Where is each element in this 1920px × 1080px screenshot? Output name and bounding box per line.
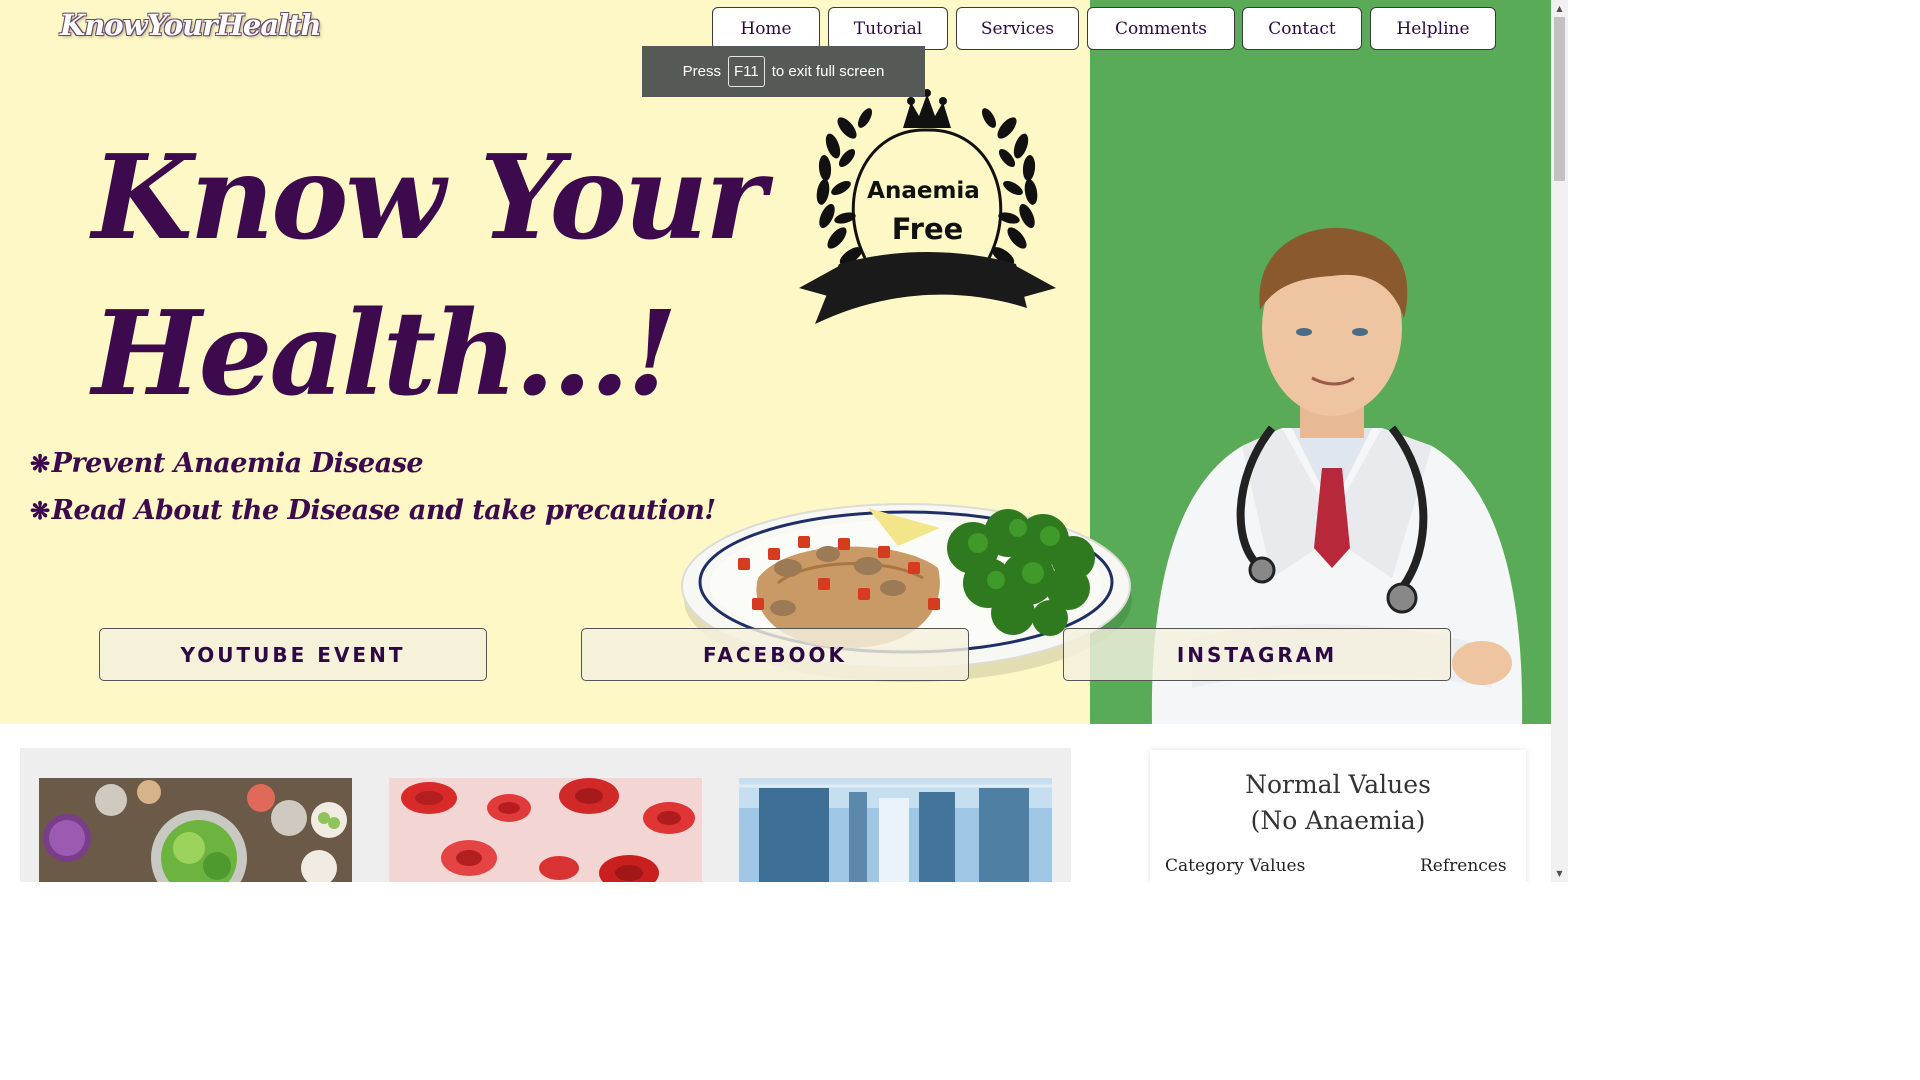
column-header-category: Category Values <box>1165 856 1306 876</box>
hospital-room-card-image[interactable] <box>739 778 1052 882</box>
scrollbar-thumb[interactable] <box>1554 17 1565 181</box>
nav-services-button[interactable]: Services <box>956 7 1079 50</box>
hero-bullet-2-text: Read About the Disease and take precauti… <box>51 495 716 526</box>
instagram-button[interactable]: INSTAGRAM <box>1063 628 1451 681</box>
hero-title-line1: Know Your <box>92 130 766 266</box>
nav-helpline-button[interactable]: Helpline <box>1370 7 1496 50</box>
anaemia-free-badge: Anaemia Free <box>795 88 1060 330</box>
nav-home-button[interactable]: Home <box>712 7 820 50</box>
page: KnowYourHealth Home Tutorial Services Co… <box>0 0 1568 882</box>
badge-text-free: Free <box>891 212 964 246</box>
youtube-event-button[interactable]: YOUTUBE EVENT <box>99 628 487 681</box>
page-scrollbar[interactable]: ▲ ▼ <box>1551 0 1568 882</box>
hero-bullet-1-text: Prevent Anaemia Disease <box>51 448 424 479</box>
site-logo[interactable]: KnowYourHealth <box>60 8 322 42</box>
normal-values-subtitle: (No Anaemia) <box>1250 806 1426 835</box>
hero-bullet-2: ❋Read About the Disease and take precaut… <box>30 495 716 526</box>
badge-text-anaemia: Anaemia <box>867 178 980 204</box>
hero-bullet-1: ❋Prevent Anaemia Disease <box>30 448 424 479</box>
laurel-wreath-crown-icon <box>799 89 1056 324</box>
normal-values-title: Normal Values <box>1245 770 1431 799</box>
scroll-down-arrow-icon[interactable]: ▼ <box>1551 865 1568 882</box>
fullscreen-notice-suffix: to exit full screen <box>771 63 885 80</box>
facebook-button[interactable]: FACEBOOK <box>581 628 969 681</box>
nav-tutorial-button[interactable]: Tutorial <box>828 7 948 50</box>
f11-key-label: F11 <box>728 56 765 87</box>
nav-comments-button[interactable]: Comments <box>1087 7 1235 50</box>
asterisk-icon: ❋ <box>30 449 50 478</box>
fullscreen-exit-notice: Press F11 to exit full screen <box>642 46 925 97</box>
scroll-up-arrow-icon[interactable]: ▲ <box>1551 0 1568 17</box>
nav-contact-button[interactable]: Contact <box>1242 7 1362 50</box>
healthy-food-card-image[interactable] <box>39 778 352 882</box>
fullscreen-notice-prefix: Press <box>682 63 722 80</box>
column-header-references: Refrences <box>1420 856 1507 876</box>
red-blood-cells-card-image[interactable] <box>389 778 702 882</box>
asterisk-icon: ❋ <box>30 496 50 525</box>
hero-title-line2: Health...! <box>92 286 678 422</box>
